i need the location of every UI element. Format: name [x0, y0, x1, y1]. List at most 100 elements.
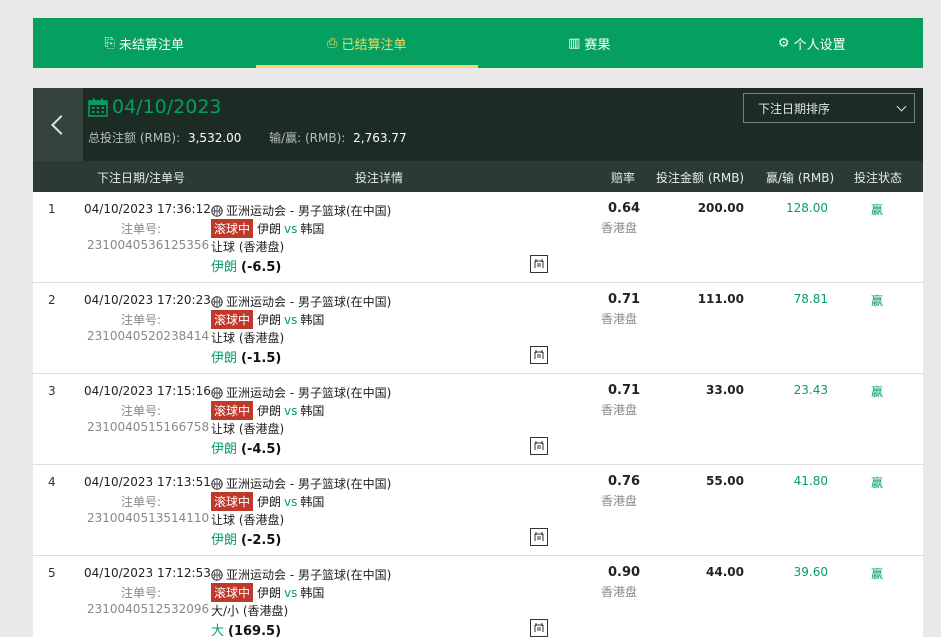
col-details: 投注详情	[355, 171, 404, 185]
stake: 44.00	[706, 565, 744, 579]
selection: 伊朗 (-6.5)	[211, 256, 281, 275]
tab-label: 已结算注单	[341, 37, 407, 53]
col-winloss: 赢/输 (RMB)	[766, 171, 835, 185]
league: 亚洲运动会 - 男子篮球(在中国)	[211, 384, 391, 401]
tab-label: 赛果	[584, 37, 611, 53]
bet-slip-icon[interactable]	[530, 255, 548, 273]
league: 亚洲运动会 - 男子篮球(在中国)	[211, 566, 391, 583]
away-team: 韩国	[300, 586, 325, 600]
ticket-number: 2310040512532096	[87, 602, 210, 616]
bet-status: 赢	[871, 567, 884, 581]
row-index: 5	[48, 566, 56, 580]
vs-label: vs	[284, 585, 298, 600]
ticket-number: 2310040520238414	[87, 329, 210, 343]
bet-datetime: 04/10/2023 17:13:51	[84, 475, 211, 489]
league: 亚洲运动会 - 男子篮球(在中国)	[211, 202, 391, 219]
back-button[interactable]	[33, 88, 83, 161]
total-winloss-value: 2,763.77	[353, 131, 407, 145]
stake: 33.00	[706, 383, 744, 397]
table-row: 2 04/10/2023 17:20:23 注单号: 2310040520238…	[33, 283, 923, 374]
odds-type: 香港盘	[601, 312, 638, 326]
league-name: 亚洲运动会 - 男子篮球(在中国)	[226, 386, 392, 400]
table-row: 4 04/10/2023 17:13:51 注单号: 2310040513514…	[33, 465, 923, 556]
market-type: 让球 (香港盘)	[211, 513, 285, 527]
total-winloss-label: 输/赢: (RMB):	[269, 131, 346, 145]
date-text: 04/10/2023	[112, 96, 222, 118]
row-index: 3	[48, 384, 56, 398]
win-loss: 78.81	[793, 292, 828, 306]
win-loss: 128.00	[786, 201, 828, 215]
away-team: 韩国	[300, 495, 325, 509]
odds-type: 香港盘	[601, 403, 638, 417]
selection-handicap: (169.5)	[228, 624, 282, 637]
col-status: 投注状态	[854, 171, 903, 185]
league: 亚洲运动会 - 男子篮球(在中国)	[211, 293, 391, 310]
bet-datetime: 04/10/2023 17:36:12	[84, 202, 211, 216]
selection-side: 大	[211, 624, 225, 637]
row-index: 4	[48, 475, 56, 489]
stake: 200.00	[697, 201, 744, 215]
market-type: 让球 (香港盘)	[211, 240, 285, 254]
tab-results[interactable]: ▥ 赛果	[478, 18, 701, 68]
calendar-icon	[88, 98, 108, 117]
vs-label: vs	[284, 403, 298, 418]
ticket-number: 2310040536125356	[87, 238, 210, 252]
bet-slip-icon[interactable]	[530, 528, 548, 546]
vs-label: vs	[284, 221, 298, 236]
document-icon	[534, 350, 544, 359]
ticket-number: 2310040515166758	[87, 420, 210, 434]
selection-handicap: (-6.5)	[241, 260, 282, 275]
match: 滚球中 伊朗 vs 韩国	[211, 310, 324, 329]
odds-type: 香港盘	[601, 494, 638, 508]
table-row: 3 04/10/2023 17:15:16 注单号: 2310040515166…	[33, 374, 923, 465]
basketball-icon	[211, 568, 223, 581]
row-index: 2	[48, 293, 56, 307]
bet-slip-icon[interactable]	[530, 437, 548, 455]
home-team: 伊朗	[257, 495, 282, 509]
document-icon	[534, 441, 544, 450]
selection: 伊朗 (-1.5)	[211, 347, 281, 366]
stake: 55.00	[706, 474, 744, 488]
tab-label: 未结算注单	[118, 37, 184, 53]
selection-side: 伊朗	[211, 533, 238, 548]
bet-status: 赢	[871, 294, 884, 308]
gear-icon: ⚙	[777, 35, 790, 51]
bet-slip-icon[interactable]	[530, 619, 548, 637]
document-icon	[534, 259, 544, 268]
selection-handicap: (-4.5)	[241, 442, 282, 457]
home-team: 伊朗	[257, 586, 282, 600]
vs-label: vs	[284, 312, 298, 327]
chevron-left-icon	[51, 114, 71, 135]
table-row: 1 04/10/2023 17:36:12 注单号: 2310040536125…	[33, 192, 923, 283]
total-stake-value: 3,532.00	[187, 131, 242, 145]
col-odds: 赔率	[611, 171, 636, 185]
market-type: 让球 (香港盘)	[211, 422, 285, 436]
live-badge: 滚球中	[211, 583, 254, 602]
tab-unsettled-bets[interactable]: ⎘ 未结算注单	[33, 18, 256, 68]
selection-handicap: (-1.5)	[241, 351, 282, 366]
live-badge: 滚球中	[211, 492, 254, 511]
ticket-label: 注单号:	[121, 222, 162, 236]
odds: 0.64	[608, 201, 641, 216]
sort-dropdown[interactable]: 下注日期排序	[743, 93, 915, 123]
table-row: 5 04/10/2023 17:12:53 注单号: 2310040512532…	[33, 556, 923, 637]
league-name: 亚洲运动会 - 男子篮球(在中国)	[226, 295, 392, 309]
away-team: 韩国	[300, 404, 325, 418]
col-date-ticket: 下注日期/注单号	[97, 171, 186, 185]
live-badge: 滚球中	[211, 219, 254, 238]
match: 滚球中 伊朗 vs 韩国	[211, 492, 324, 511]
selection: 大 (169.5)	[211, 620, 281, 637]
match: 滚球中 伊朗 vs 韩国	[211, 401, 324, 420]
bet-slip-icon[interactable]	[530, 346, 548, 364]
home-team: 伊朗	[257, 222, 282, 236]
stake: 111.00	[697, 292, 744, 306]
total-stake-label: 总投注额 (RMB):	[88, 131, 181, 145]
tab-settled-bets[interactable]: ⎙ 已结算注单	[255, 18, 479, 68]
match: 滚球中 伊朗 vs 韩国	[211, 219, 324, 238]
tab-personal-settings[interactable]: ⚙ 个人设置	[701, 18, 924, 68]
market-type: 大/小 (香港盘)	[211, 604, 289, 618]
bet-datetime: 04/10/2023 17:20:23	[84, 293, 211, 307]
col-stake: 投注金额 (RMB)	[656, 171, 745, 185]
odds: 0.76	[608, 474, 641, 489]
document-icon	[534, 532, 544, 541]
